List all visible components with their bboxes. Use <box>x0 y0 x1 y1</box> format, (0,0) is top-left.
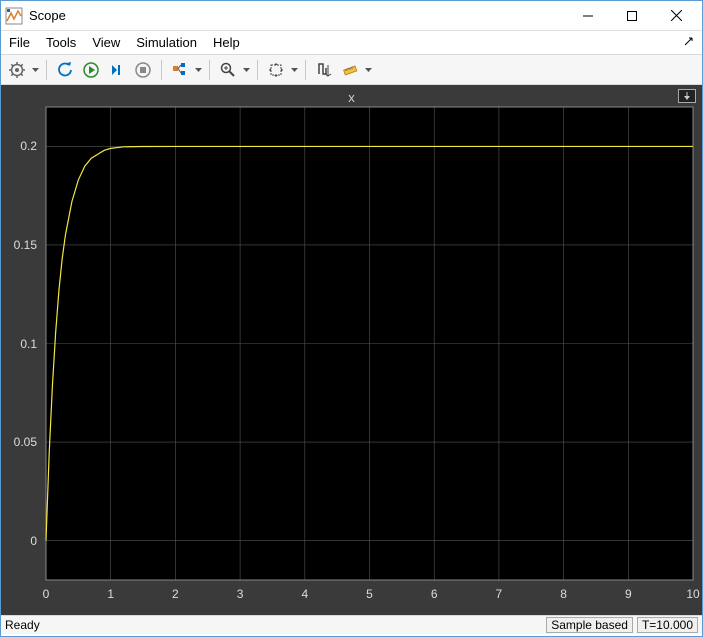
x-tick-label: 1 <box>107 587 114 601</box>
menubar: File Tools View Simulation Help <box>1 31 702 55</box>
y-tick-label: 0.1 <box>20 337 37 351</box>
zoom-dropdown[interactable] <box>242 68 251 72</box>
separator <box>257 60 258 80</box>
menu-help[interactable]: Help <box>213 35 240 50</box>
y-tick-label: 0.2 <box>20 139 37 153</box>
separator <box>46 60 47 80</box>
autoscale-button[interactable] <box>264 58 288 82</box>
y-tick-label: 0 <box>30 534 37 548</box>
y-tick-label: 0.05 <box>14 435 37 449</box>
x-tick-label: 5 <box>366 587 373 601</box>
maximize-button[interactable] <box>610 2 654 30</box>
menu-file[interactable]: File <box>9 35 30 50</box>
x-tick-label: 2 <box>172 587 179 601</box>
configure-button[interactable] <box>5 58 29 82</box>
menu-simulation[interactable]: Simulation <box>136 35 197 50</box>
status-time: T=10.000 <box>637 617 698 633</box>
window-title: Scope <box>29 8 566 23</box>
zoom-button[interactable] <box>216 58 240 82</box>
highlight-dropdown[interactable] <box>194 68 203 72</box>
close-button[interactable] <box>654 2 698 30</box>
x-tick-label: 7 <box>496 587 503 601</box>
status-mode: Sample based <box>546 617 633 633</box>
undock-icon[interactable] <box>684 35 696 47</box>
x-tick-label: 3 <box>237 587 244 601</box>
triggers-button[interactable] <box>312 58 336 82</box>
configure-dropdown[interactable] <box>31 68 40 72</box>
x-tick-label: 10 <box>686 587 699 601</box>
plot-canvas <box>1 85 702 615</box>
menu-view[interactable]: View <box>92 35 120 50</box>
x-tick-label: 8 <box>560 587 567 601</box>
stop-button[interactable] <box>131 58 155 82</box>
status-ready: Ready <box>5 618 542 632</box>
x-tick-label: 4 <box>301 587 308 601</box>
plot-area[interactable]: x 00.050.10.150.2012345678910 <box>1 85 702 615</box>
step-back-button[interactable] <box>53 58 77 82</box>
x-tick-label: 0 <box>43 587 50 601</box>
separator <box>161 60 162 80</box>
x-tick-label: 9 <box>625 587 632 601</box>
highlight-button[interactable] <box>168 58 192 82</box>
toolbar <box>1 55 702 85</box>
measurements-dropdown[interactable] <box>364 68 373 72</box>
measurements-button[interactable] <box>338 58 362 82</box>
titlebar: Scope <box>1 1 702 31</box>
x-tick-label: 6 <box>431 587 438 601</box>
menu-tools[interactable]: Tools <box>46 35 76 50</box>
minimize-button[interactable] <box>566 2 610 30</box>
run-button[interactable] <box>79 58 103 82</box>
app-icon <box>5 7 23 25</box>
y-tick-label: 0.15 <box>14 238 37 252</box>
separator <box>209 60 210 80</box>
separator <box>305 60 306 80</box>
autoscale-dropdown[interactable] <box>290 68 299 72</box>
step-forward-button[interactable] <box>105 58 129 82</box>
statusbar: Ready Sample based T=10.000 <box>1 615 702 634</box>
